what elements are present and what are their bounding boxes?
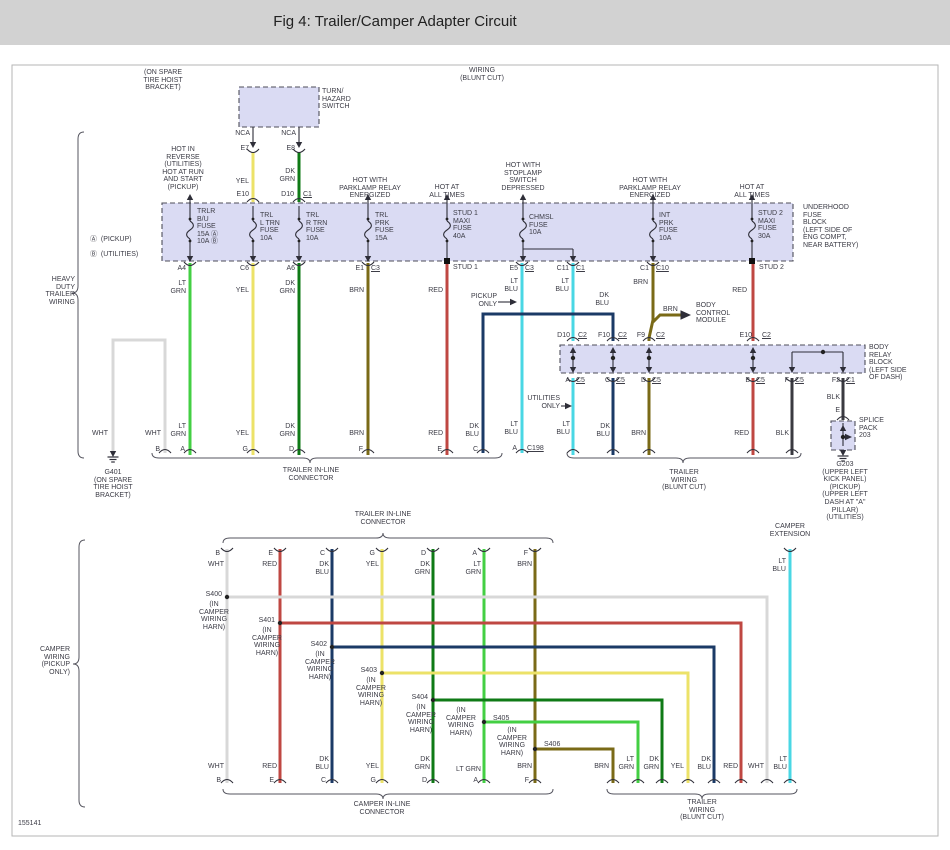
- junction-dot: [252, 218, 255, 221]
- splice-s401: [278, 621, 282, 625]
- junction-dot: [252, 240, 255, 243]
- junction-dot: [367, 240, 370, 243]
- wire-s405-ltgrn-branch: [484, 722, 638, 783]
- wire-s406-brn-branch: [535, 749, 613, 783]
- splice-s406: [533, 747, 537, 751]
- junction-dot: [751, 240, 754, 243]
- junction-dot: [571, 356, 575, 360]
- junction-dot: [446, 240, 449, 243]
- underhood-fuse-block-box: [162, 203, 793, 261]
- arrowhead: [681, 310, 692, 320]
- brace-heavy-duty-trailer-wiring: [72, 132, 84, 458]
- stud1-terminal: [444, 258, 450, 264]
- arrowhead: [187, 194, 193, 200]
- brace-camper-inline-connector: [223, 789, 553, 799]
- arrowhead: [444, 194, 450, 200]
- splice-s402: [330, 645, 334, 649]
- junction-dot: [841, 435, 845, 439]
- brace-trailer-inline-connector-top: [152, 453, 502, 463]
- splice-s404: [431, 698, 435, 702]
- brace-trailer-wiring-bottom: [607, 789, 797, 799]
- wire-dkblu-pickup-loop: [483, 314, 613, 453]
- junction-dot: [652, 218, 655, 221]
- wire-brn-bcm-branch: [653, 315, 682, 322]
- junction-dot: [751, 218, 754, 221]
- junction-dot: [298, 240, 301, 243]
- junction-dot: [298, 218, 301, 221]
- brace-camper-wiring: [73, 540, 85, 807]
- diagram-border: [12, 65, 938, 836]
- trailer-camper-adapter-circuit-diagram: (ON SPARE TIRE HOIST BRACKET)WIRING (BLU…: [0, 0, 950, 850]
- wiring-diagram-svg: [0, 0, 950, 850]
- wire-wht-g401-loop: [113, 340, 165, 453]
- connector-pin-arc: [247, 149, 259, 153]
- junction-dot: [652, 240, 655, 243]
- arrowhead: [510, 299, 517, 305]
- arrowhead: [250, 142, 256, 148]
- turn-hazard-switch-box: [239, 87, 319, 127]
- junction-dot: [751, 356, 755, 360]
- wire-s402-dkblu-branch: [332, 647, 714, 783]
- junction-dot: [522, 218, 525, 221]
- splice-s400: [225, 595, 229, 599]
- junction-dot: [189, 218, 192, 221]
- brace-trailer-wiring-top: [567, 453, 801, 463]
- arrowhead: [365, 194, 371, 200]
- stud2-terminal: [749, 258, 755, 264]
- splice-s405: [482, 720, 486, 724]
- wiring-diagram-page: Fig 4: Trailer/Camper Adapter Circuit (O…: [0, 0, 950, 850]
- junction-dot: [611, 356, 615, 360]
- junction-dot: [367, 218, 370, 221]
- wire-s404-dkgrn-branch: [433, 700, 662, 783]
- wire-s400-wht-branch: [227, 597, 767, 783]
- arrowhead: [520, 194, 526, 200]
- junction-dot: [522, 240, 525, 243]
- connector-pin-arc: [293, 149, 305, 153]
- splice-s403: [380, 671, 384, 675]
- arrowhead: [749, 194, 755, 200]
- junction-dot: [446, 218, 449, 221]
- arrowhead: [296, 142, 302, 148]
- body-relay-block-box: [560, 345, 865, 373]
- junction-dot: [821, 350, 825, 354]
- junction-dot: [189, 240, 192, 243]
- arrowhead: [650, 194, 656, 200]
- junction-dot: [647, 356, 651, 360]
- arrowhead: [565, 403, 572, 409]
- ground-g401-arrow: [110, 451, 116, 457]
- ground-g203-arrow: [840, 450, 846, 456]
- brace-trailer-inline-connector-bottom: [223, 533, 553, 543]
- wire-brn-intprk-f9: [649, 263, 653, 341]
